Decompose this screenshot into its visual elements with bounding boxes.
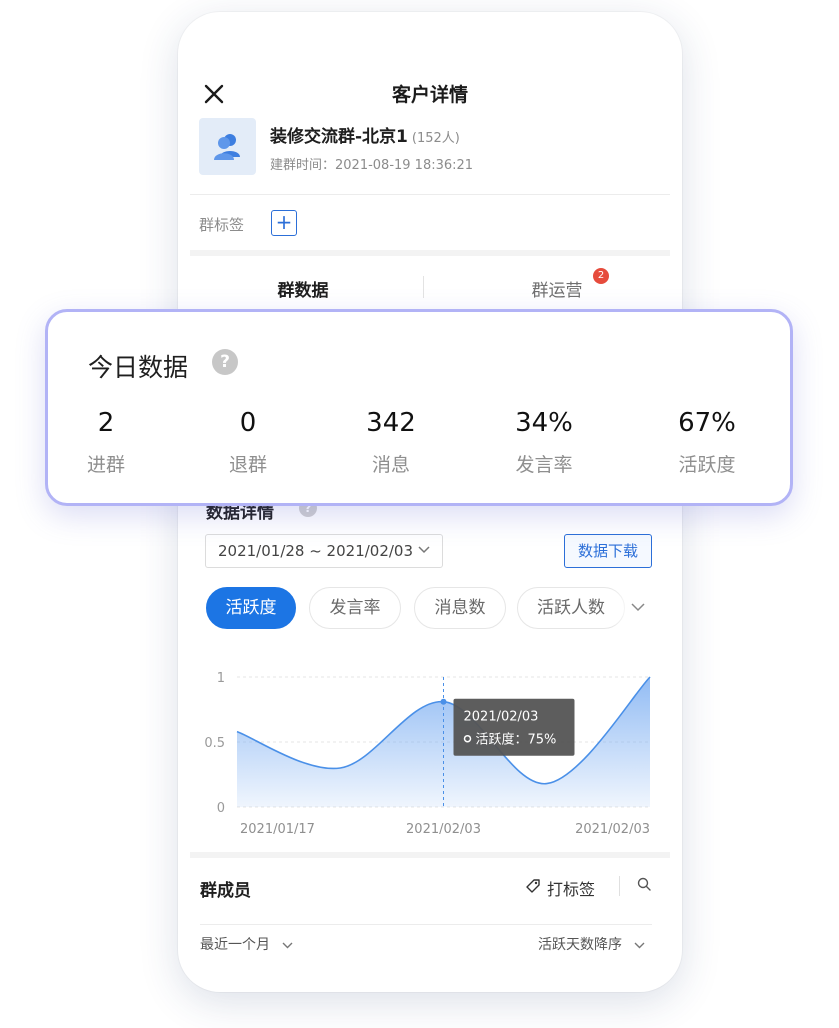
stat-value-leave: 0	[239, 408, 257, 438]
group-users-icon	[214, 134, 240, 160]
stat-label-leave: 退群	[228, 454, 267, 476]
stat-label-messages: 消息	[371, 454, 410, 476]
chip-activity[interactable]: 活跃度	[206, 587, 296, 629]
chevron-down-icon	[418, 546, 430, 554]
chip-message-count[interactable]: 消息数	[414, 587, 506, 629]
divider	[190, 194, 670, 195]
chip-active-users[interactable]: 活跃人数	[517, 587, 625, 629]
tab-separator	[423, 276, 424, 298]
notification-badge: 2	[593, 268, 609, 284]
y-tick-label: 0.5	[204, 736, 225, 751]
chevron-down-icon	[282, 942, 293, 949]
chip-scroll-fade	[610, 582, 682, 634]
date-range-text: 2021/01/28 ~ 2021/02/03	[218, 542, 414, 560]
y-tick-label: 1	[217, 671, 225, 686]
stat-value-join: 2	[97, 408, 115, 438]
stat-value-messages: 342	[366, 408, 416, 438]
chevron-down-icon[interactable]	[631, 602, 645, 612]
tag-icon[interactable]	[525, 878, 541, 894]
divider	[619, 876, 620, 896]
group-avatar	[199, 118, 256, 175]
tooltip-point	[440, 698, 447, 705]
add-tag-button[interactable]: +	[271, 210, 297, 236]
download-data-button[interactable]: 数据下载	[564, 534, 652, 568]
tab-group-operations[interactable]: 群运营	[432, 276, 682, 301]
section-divider	[190, 852, 670, 858]
sort-dropdown[interactable]: 活跃天数降序	[538, 934, 645, 954]
search-icon[interactable]	[637, 877, 651, 891]
date-range-picker[interactable]: 2021/01/28 ~ 2021/02/03	[205, 534, 443, 568]
stat-label-activity: 活跃度	[678, 454, 736, 476]
activity-area-chart: 1 0.5 0 2021/01/17 2021/02/03 2021/02/03 2021/…	[204, 671, 651, 837]
section-divider	[190, 250, 670, 256]
y-tick-label: 0	[217, 801, 225, 816]
x-tick-label: 2021/02/03	[575, 822, 650, 837]
time-filter-dropdown[interactable]: 最近一个月	[200, 934, 293, 954]
sort-label: 活跃天数降序	[538, 937, 622, 953]
stat-label-speaking-rate: 发言率	[515, 454, 573, 476]
x-tick-label: 2021/01/17	[240, 822, 315, 837]
group-name-text: 装修交流群-北京1	[270, 127, 408, 147]
group-created-time: 建群时间：2021-08-19 18:36:21	[270, 158, 474, 173]
stat-value-activity: 67%	[678, 408, 736, 438]
tab-group-data[interactable]: 群数据	[178, 276, 428, 301]
group-member-count: (152人)	[411, 131, 460, 146]
members-title: 群成员	[200, 881, 251, 901]
chevron-down-icon	[634, 942, 645, 949]
stat-label-join: 进群	[86, 454, 125, 476]
group-name: 装修交流群-北京1 (152人)	[270, 122, 460, 147]
today-data-title: 今日数据	[88, 353, 189, 382]
tooltip-date: 2021/02/03	[464, 710, 539, 725]
time-filter-label: 最近一个月	[200, 937, 270, 953]
stat-value-speaking-rate: 34%	[515, 408, 573, 438]
chip-speaking-rate[interactable]: 发言率	[309, 587, 401, 629]
today-data-card: 今日数据 ? 2 进群 0 退群 342 消息 34% 发言率 67% 活跃度	[45, 309, 793, 506]
x-tick-label: 2021/02/03	[406, 822, 481, 837]
page-title: 客户详情	[391, 84, 468, 106]
tooltip-value: 活跃度：75%	[476, 732, 557, 748]
divider	[200, 924, 652, 925]
help-icon[interactable]: ?	[212, 349, 238, 375]
group-tag-label: 群标签	[199, 216, 245, 234]
tag-members-button[interactable]: 打标签	[547, 876, 595, 900]
